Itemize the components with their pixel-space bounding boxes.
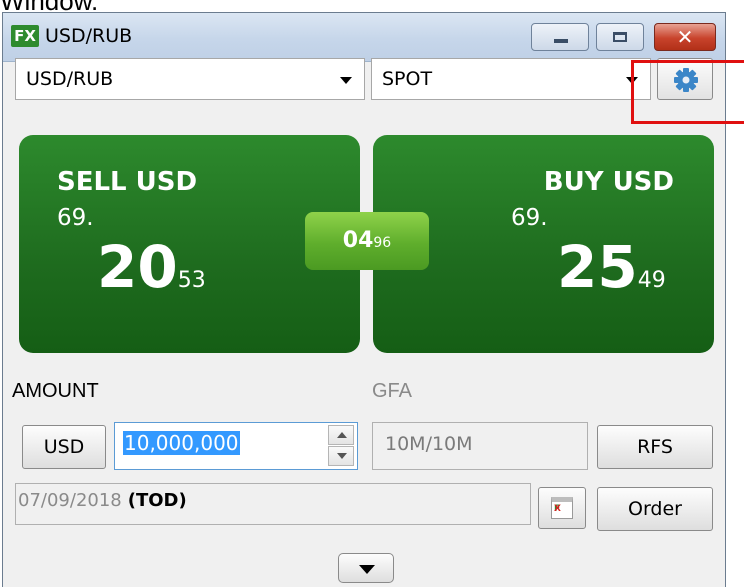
order-button[interactable]: Order <box>597 487 713 531</box>
sell-price: 2053 <box>97 233 206 301</box>
value-date-tenor: (TOD) <box>127 490 187 511</box>
sell-big-figure: 69. <box>57 205 94 231</box>
sell-pips: 20 <box>97 233 178 301</box>
buy-price: 2549 <box>557 233 666 301</box>
buy-label: BUY USD <box>543 167 674 197</box>
gfa-label: GFA <box>372 380 413 402</box>
currency-pair-select[interactable]: USD/RUB <box>15 58 365 100</box>
maximize-icon <box>613 32 627 42</box>
close-button[interactable]: ✕ <box>654 23 716 51</box>
value-date-field: 07/09/2018 (TOD) <box>15 483 531 525</box>
maximize-button[interactable] <box>596 23 644 51</box>
spread-main: 04 <box>342 228 374 253</box>
value-date: 07/09/2018 (TOD) <box>18 490 187 511</box>
gfa-field: 10M/10M <box>372 422 588 470</box>
gfa-value: 10M/10M <box>385 433 473 455</box>
minimize-button[interactable] <box>531 23 589 51</box>
chevron-down-icon <box>337 453 347 459</box>
chevron-down-icon <box>340 77 352 84</box>
spread-fraction: 96 <box>373 235 392 251</box>
amount-value: 10,000,000 <box>123 431 240 455</box>
calendar-icon-x: X <box>554 504 561 514</box>
window-title: USD/RUB <box>45 25 133 47</box>
minimize-icon <box>554 39 568 43</box>
spread-badge: 0496 <box>305 212 429 270</box>
currency-toggle-button[interactable]: USD <box>22 425 106 469</box>
stepper-down-button[interactable] <box>328 446 354 466</box>
chevron-down-icon <box>359 565 375 574</box>
buy-big-figure: 69. <box>511 205 548 231</box>
highlight-annotation-box <box>631 60 744 124</box>
sell-fraction: 53 <box>177 268 206 293</box>
close-icon: ✕ <box>676 25 694 49</box>
tenor-value: SPOT <box>382 68 433 90</box>
sell-label: SELL USD <box>57 167 198 197</box>
calendar-button[interactable]: FX <box>538 487 586 529</box>
fx-app-icon: FX <box>11 25 39 47</box>
expand-button[interactable] <box>338 553 394 583</box>
buy-pips: 25 <box>557 233 638 301</box>
amount-stepper[interactable] <box>328 425 356 467</box>
tenor-select[interactable]: SPOT <box>371 58 651 100</box>
chevron-up-icon <box>337 432 347 438</box>
rfs-button[interactable]: RFS <box>597 425 713 469</box>
buy-fraction: 49 <box>637 268 666 293</box>
calendar-icon: FX <box>551 497 573 519</box>
stepper-up-button[interactable] <box>328 425 354 445</box>
value-date-text: 07/09/2018 <box>18 490 122 511</box>
title-bar[interactable]: FX USD/RUB ✕ <box>3 13 725 62</box>
amount-label: AMOUNT <box>12 380 99 402</box>
amount-input[interactable]: 10,000,000 <box>114 422 358 470</box>
currency-pair-value: USD/RUB <box>26 68 114 90</box>
